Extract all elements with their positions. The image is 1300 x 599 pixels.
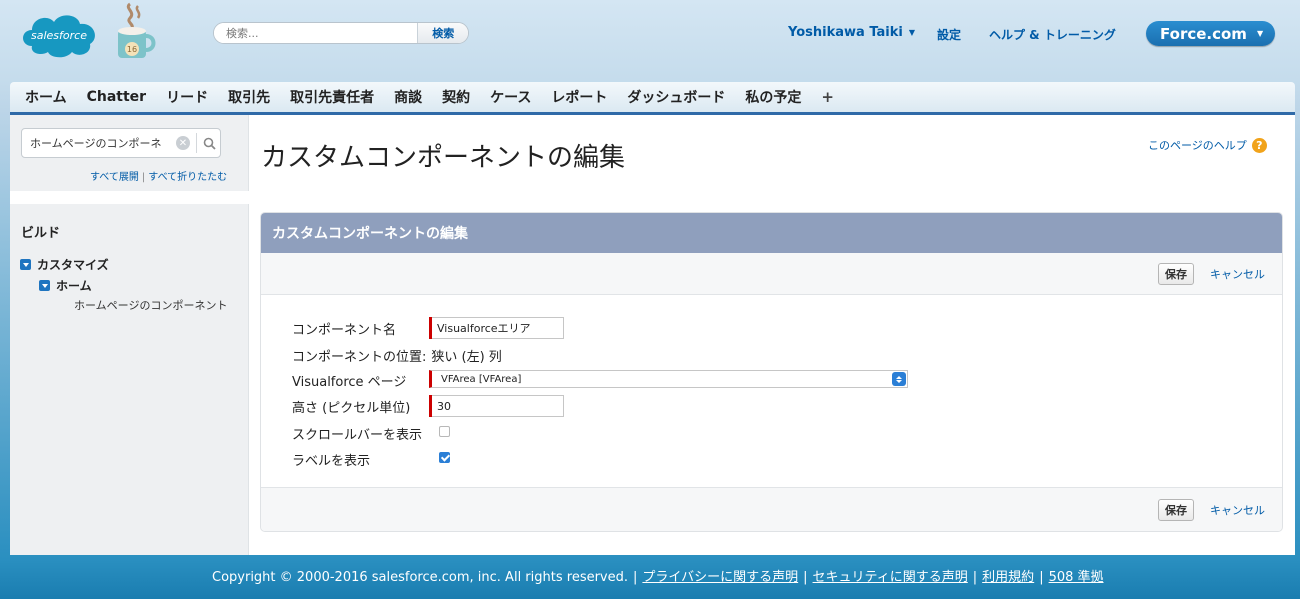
help-for-page-link[interactable]: このページのヘルプ ?: [1148, 137, 1267, 153]
bottom-button-row: 保存 キャンセル: [261, 487, 1282, 531]
collapse-toggle-icon[interactable]: [20, 259, 31, 270]
tab-bar: ホーム Chatter リード 取引先 取引先責任者 商談 契約 ケース レポー…: [10, 82, 1295, 115]
separator: |: [803, 570, 808, 585]
tree-item-home-components[interactable]: ホームページのコンポーネント: [74, 297, 227, 313]
form-area: コンポーネント名 コンポーネントの位置: 狭い (左) 列 Visualforc…: [261, 295, 1282, 489]
all-tabs-plus-icon[interactable]: +: [821, 88, 834, 106]
footer: Copyright © 2000-2016 salesforce.com, in…: [0, 566, 1300, 585]
quick-find-input[interactable]: [30, 136, 172, 150]
expand-all-link[interactable]: すべて展開: [90, 172, 139, 183]
vf-page-selected: VFArea [VFArea]: [441, 373, 522, 385]
tab-home[interactable]: ホーム: [25, 87, 67, 107]
tab-chatter[interactable]: Chatter: [87, 89, 146, 105]
divider: [10, 191, 249, 204]
tab-cases[interactable]: ケース: [490, 87, 531, 107]
field-label-scrollbar: スクロールバーを表示: [292, 428, 423, 443]
separator: |: [633, 570, 638, 585]
search-icon[interactable]: [203, 137, 216, 150]
tab-calendar[interactable]: 私の予定: [745, 87, 801, 107]
svg-text:16: 16: [127, 45, 137, 54]
select-arrows-icon: [892, 372, 906, 386]
top-button-row: 保存 キャンセル: [261, 253, 1282, 295]
component-name-input[interactable]: [432, 317, 564, 339]
tab-leads[interactable]: リード: [166, 87, 208, 107]
tree-item-home[interactable]: ホーム: [39, 277, 92, 294]
separator: |: [1039, 570, 1044, 585]
app-switcher-button[interactable]: Force.com ▼: [1146, 21, 1275, 46]
field-value-position: 狭い (左) 列: [431, 350, 502, 365]
tab-dashboards[interactable]: ダッシュボード: [627, 87, 725, 107]
field-label-height: 高さ (ピクセル単位): [292, 401, 411, 416]
tab-accounts[interactable]: 取引先: [228, 87, 270, 107]
field-label-name: コンポーネント名: [292, 323, 397, 338]
show-scrollbar-checkbox[interactable]: [439, 426, 450, 437]
field-label-vf-page: Visualforce ページ: [292, 375, 407, 390]
app-switcher-label: Force.com: [1160, 24, 1247, 43]
quick-find: ✕: [21, 128, 221, 158]
user-name: Yoshikawa Taiki: [788, 25, 903, 40]
terms-link[interactable]: 利用規約: [982, 570, 1034, 585]
collapse-toggle-icon[interactable]: [39, 280, 50, 291]
tree-controls: すべて展開 | すべて折りたたむ: [90, 168, 227, 183]
global-search: 検索: [213, 22, 469, 44]
tab-reports[interactable]: レポート: [551, 87, 607, 107]
chevron-down-icon: ▼: [1256, 29, 1264, 38]
page-title: カスタムコンポーネントの編集: [261, 143, 626, 173]
field-row-vf-page: Visualforce ページ: [292, 371, 406, 390]
panel-title: カスタムコンポーネントの編集: [261, 213, 1282, 253]
height-field: [429, 395, 564, 417]
collapse-all-link[interactable]: すべて折りたたむ: [148, 172, 227, 183]
height-input[interactable]: [432, 395, 564, 417]
field-row-name: コンポーネント名: [292, 319, 396, 338]
field-row-show-label: ラベルを表示: [292, 450, 370, 469]
save-button[interactable]: 保存: [1158, 262, 1194, 285]
cancel-link[interactable]: キャンセル: [1210, 266, 1265, 282]
salesforce-logo[interactable]: salesforce: [18, 8, 100, 60]
field-label-show-label: ラベルを表示: [292, 454, 371, 469]
separator: |: [141, 172, 146, 183]
tree-item-customize[interactable]: カスタマイズ: [20, 256, 109, 273]
user-menu[interactable]: Yoshikawa Taiki ▼: [788, 25, 915, 40]
tab-opportunities[interactable]: 商談: [394, 87, 422, 107]
global-header: salesforce 16 検索 Yoshikawa Taiki ▼ 設定 ヘル…: [0, 0, 1300, 72]
section-build: ビルド: [21, 226, 61, 241]
save-button[interactable]: 保存: [1158, 498, 1194, 521]
setup-sidebar: ✕ すべて展開|すべて折りたたむ ビルド カスタマイズ ホーム ホームページのコ…: [10, 115, 249, 555]
chevron-down-icon: ▼: [908, 28, 916, 37]
content-area: ✕ すべて展開|すべて折りたたむ ビルド カスタマイズ ホーム ホームページのコ…: [10, 115, 1295, 555]
separator: |: [972, 570, 978, 585]
copyright-text: Copyright © 2000-2016 salesforce.com, in…: [212, 570, 629, 585]
field-row-position: コンポーネントの位置: 狭い (左) 列: [292, 346, 502, 365]
tab-contracts[interactable]: 契約: [442, 87, 470, 107]
clear-icon[interactable]: ✕: [176, 136, 190, 150]
mascot-mug-icon: 16: [118, 2, 156, 58]
help-icon: ?: [1251, 137, 1267, 153]
security-link[interactable]: セキュリティに関する声明: [813, 570, 968, 585]
field-label-position: コンポーネントの位置:: [292, 350, 427, 365]
tree-item-label: ホーム: [56, 279, 92, 293]
help-link-label: このページのヘルプ: [1148, 139, 1247, 152]
help-training-link[interactable]: ヘルプ & トレーニング: [989, 26, 1116, 43]
tab-contacts[interactable]: 取引先責任者: [290, 87, 374, 107]
edit-panel: カスタムコンポーネントの編集 保存 キャンセル コンポーネント名 コンポーネント…: [260, 212, 1283, 532]
compliance-link[interactable]: 508 準拠: [1049, 570, 1104, 585]
tree-item-label: カスタマイズ: [37, 258, 109, 272]
cancel-link[interactable]: キャンセル: [1210, 502, 1265, 518]
show-label-checkbox[interactable]: [439, 452, 450, 463]
field-row-height: 高さ (ピクセル単位): [292, 397, 410, 416]
search-input[interactable]: [214, 23, 418, 43]
name-field: [429, 317, 564, 339]
svg-text:salesforce: salesforce: [31, 29, 87, 42]
divider: [196, 133, 197, 153]
privacy-link[interactable]: プライバシーに関する声明: [642, 570, 798, 585]
setup-link[interactable]: 設定: [937, 26, 961, 43]
search-button[interactable]: 検索: [417, 23, 468, 43]
field-row-scrollbar: スクロールバーを表示: [292, 424, 422, 443]
vf-page-select[interactable]: VFArea [VFArea]: [429, 370, 908, 388]
